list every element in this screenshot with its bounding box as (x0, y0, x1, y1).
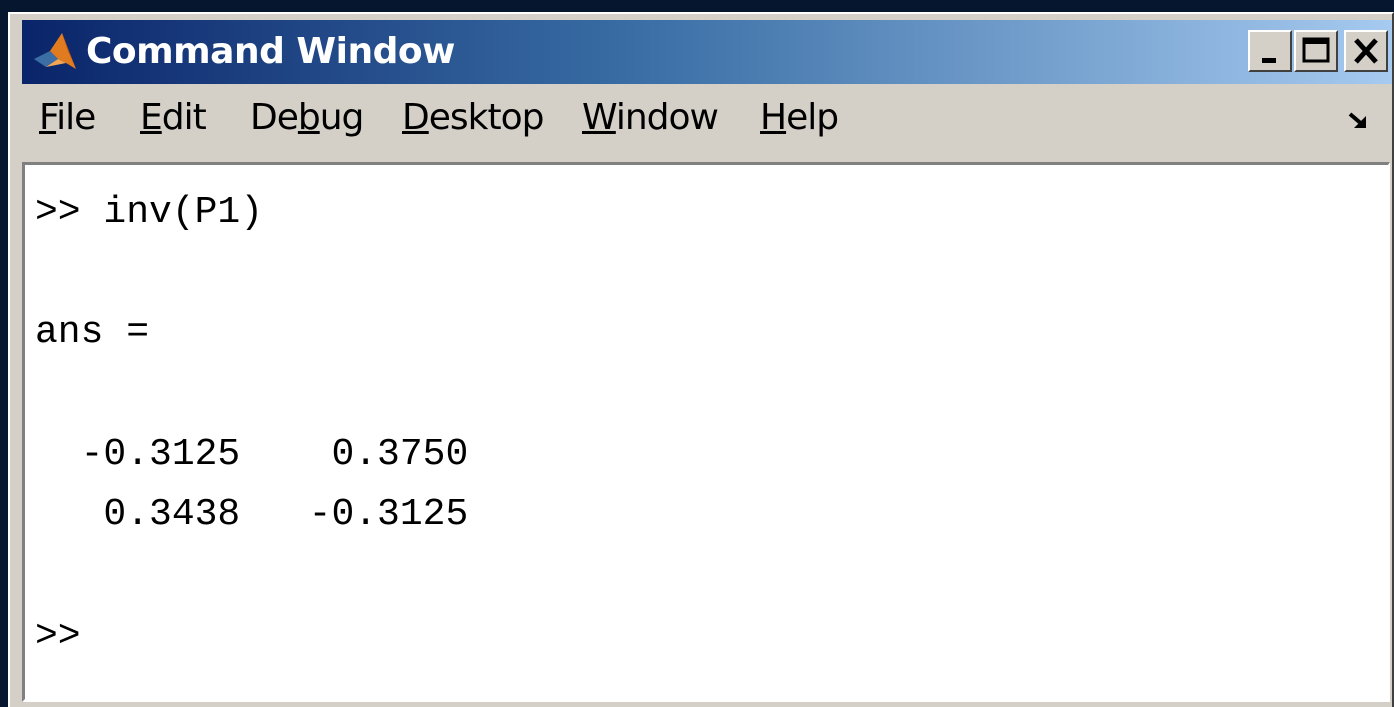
undock-arrow-icon[interactable] (1344, 106, 1374, 136)
command-window: Command Window File Edit Debug Desktop W… (8, 12, 1394, 707)
close-icon (1354, 38, 1378, 64)
maximize-icon (1302, 37, 1330, 63)
console-line: >> inv(P1) (35, 191, 264, 234)
console-prompt: >> (35, 615, 81, 658)
console-output[interactable]: >> inv(P1) ans = -0.3125 0.3750 0.3438 -… (22, 162, 1390, 702)
minimize-button[interactable] (1248, 30, 1292, 72)
console-line: -0.3125 0.3750 (35, 433, 469, 476)
matlab-logo-icon (34, 33, 76, 69)
console-line: 0.3438 -0.3125 (35, 493, 469, 536)
menu-desktop[interactable]: Desktop (402, 96, 544, 140)
title-bar[interactable]: Command Window (22, 20, 1392, 84)
menu-bar: File Edit Debug Desktop Window Help (22, 84, 1392, 162)
close-button[interactable] (1344, 30, 1388, 72)
minimize-icon (1262, 58, 1276, 63)
console-line: ans = (35, 311, 150, 354)
menu-help[interactable]: Help (760, 96, 839, 140)
menu-edit[interactable]: Edit (140, 96, 207, 140)
menu-window[interactable]: Window (582, 96, 719, 140)
maximize-button[interactable] (1294, 30, 1338, 72)
menu-file[interactable]: File (39, 96, 96, 140)
window-title: Command Window (86, 31, 455, 72)
menu-debug[interactable]: Debug (250, 96, 364, 140)
